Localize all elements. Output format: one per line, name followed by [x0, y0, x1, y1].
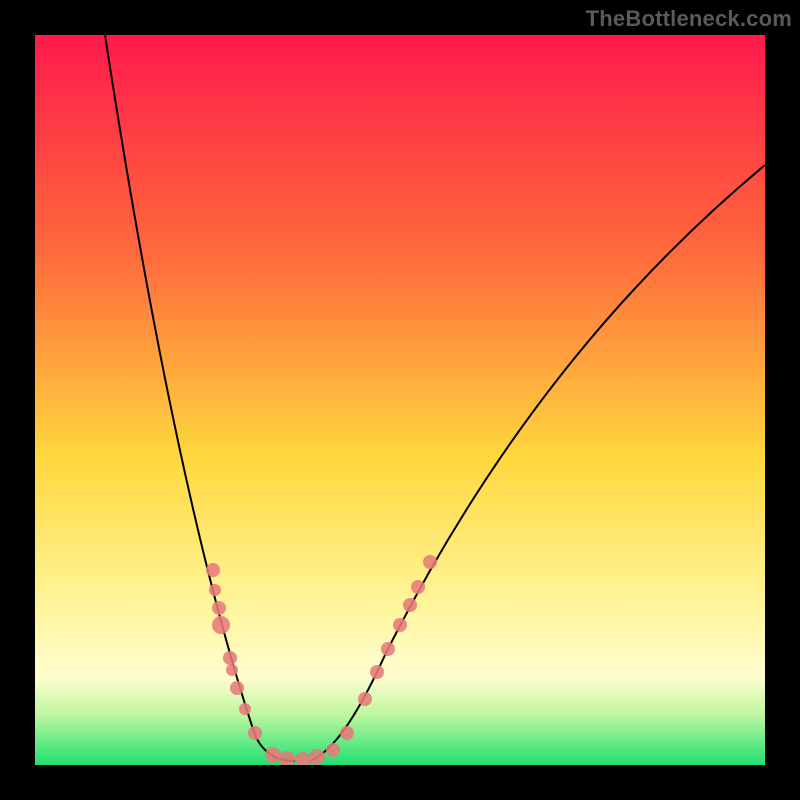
outer-frame: TheBottleneck.com: [0, 0, 800, 800]
watermark-text: TheBottleneck.com: [586, 6, 792, 32]
scatter-dot: [358, 692, 372, 706]
scatter-dots: [206, 555, 437, 765]
scatter-dot: [239, 703, 251, 715]
scatter-dot: [206, 563, 220, 577]
scatter-dot: [265, 747, 281, 763]
chart-svg: [35, 35, 765, 765]
scatter-dot: [230, 681, 244, 695]
scatter-dot: [212, 616, 230, 634]
scatter-dot: [423, 555, 437, 569]
scatter-dot: [381, 642, 395, 656]
plot-area: [35, 35, 765, 765]
scatter-dot: [248, 726, 262, 740]
scatter-dot: [295, 752, 311, 765]
scatter-dot: [340, 726, 354, 740]
scatter-dot: [309, 749, 325, 765]
left-curve: [105, 35, 295, 761]
scatter-dot: [223, 651, 237, 665]
scatter-dot: [279, 751, 295, 765]
scatter-dot: [403, 598, 417, 612]
scatter-dot: [411, 580, 425, 594]
scatter-dot: [370, 665, 384, 679]
scatter-dot: [226, 664, 238, 676]
scatter-dot: [209, 584, 221, 596]
scatter-dot: [393, 618, 407, 632]
scatter-dot: [212, 601, 226, 615]
scatter-dot: [326, 743, 340, 757]
